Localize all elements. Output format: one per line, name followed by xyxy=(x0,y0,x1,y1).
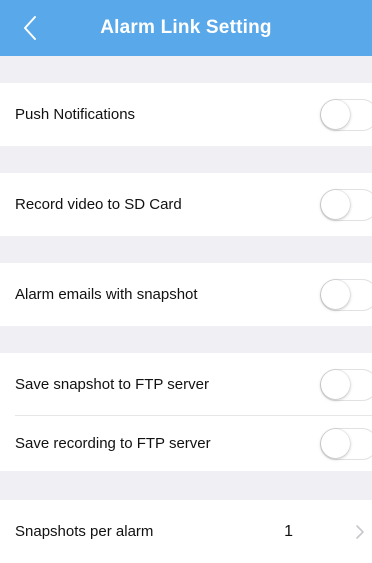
section-spacer xyxy=(0,236,372,263)
chevron-left-icon xyxy=(24,16,36,40)
section-spacer xyxy=(0,146,372,173)
record-video-sd-row: Record video to SD Card xyxy=(0,173,372,236)
alarm-emails-row: Alarm emails with snapshot xyxy=(0,263,372,326)
section-spacer xyxy=(0,471,372,500)
ftp-snapshot-toggle[interactable] xyxy=(320,368,372,401)
ftp-recording-label: Save recording to FTP server xyxy=(15,435,211,452)
ftp-snapshot-row: Save snapshot to FTP server xyxy=(0,353,372,416)
record-video-sd-toggle[interactable] xyxy=(320,188,372,221)
snapshots-per-alarm-value: 1 xyxy=(284,522,293,540)
alarm-emails-label: Alarm emails with snapshot xyxy=(15,286,198,303)
record-video-sd-label: Record video to SD Card xyxy=(15,196,182,213)
navigation-bar: Alarm Link Setting xyxy=(0,0,372,56)
ftp-snapshot-label: Save snapshot to FTP server xyxy=(15,376,209,393)
snapshots-per-alarm-row[interactable]: Snapshots per alarm 1 xyxy=(0,500,372,563)
toggle-knob xyxy=(321,369,350,399)
ftp-recording-row: Save recording to FTP server xyxy=(0,416,372,471)
snapshots-per-alarm-label: Snapshots per alarm xyxy=(15,523,154,540)
ftp-recording-toggle[interactable] xyxy=(320,427,372,460)
toggle-knob xyxy=(321,428,350,458)
section-spacer xyxy=(0,326,372,353)
section-spacer xyxy=(0,56,372,83)
chevron-right-icon xyxy=(356,524,364,539)
toggle-knob xyxy=(321,189,350,219)
toggle-knob xyxy=(321,279,350,309)
alarm-emails-toggle[interactable] xyxy=(320,278,372,311)
push-notifications-row: Push Notifications xyxy=(0,83,372,146)
page-title: Alarm Link Setting xyxy=(100,17,272,38)
back-button[interactable] xyxy=(14,12,46,44)
push-notifications-toggle[interactable] xyxy=(320,98,372,131)
toggle-knob xyxy=(321,99,350,129)
push-notifications-label: Push Notifications xyxy=(15,106,136,123)
